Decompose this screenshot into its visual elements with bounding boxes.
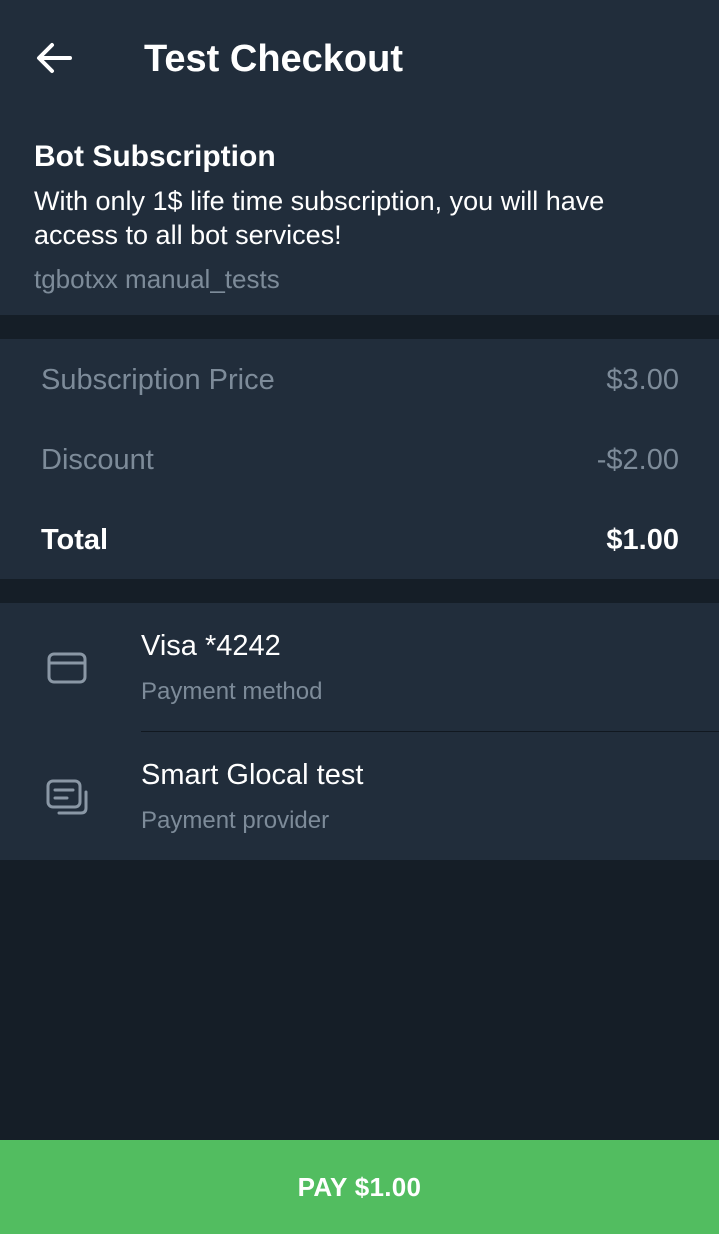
payment-provider-subtitle: Payment provider — [141, 807, 330, 834]
product-name: Bot Subscription — [34, 140, 276, 173]
price-label: Subscription Price — [41, 363, 275, 396]
pay-button[interactable]: PAY $1.00 — [0, 1140, 719, 1234]
price-value: $1.00 — [606, 523, 679, 556]
page-title: Test Checkout — [144, 38, 404, 80]
price-row-subscription: Subscription Price $3.00 — [41, 360, 679, 400]
price-row-total: Total $1.00 — [41, 520, 679, 560]
payment-method-subtitle: Payment method — [141, 678, 323, 705]
price-breakdown: Subscription Price $3.00 Discount -$2.00… — [0, 339, 719, 579]
checkout-screen: Test Checkout Bot Subscription With only… — [0, 0, 719, 1234]
payment-options: Visa *4242 Payment method Smart Glocal t… — [0, 603, 719, 860]
product-info: Bot Subscription With only 1$ life time … — [0, 116, 719, 315]
price-row-discount: Discount -$2.00 — [41, 440, 679, 480]
payment-provider-row[interactable]: Smart Glocal test Payment provider — [0, 732, 719, 860]
back-button[interactable] — [22, 30, 86, 90]
price-value: $3.00 — [606, 363, 679, 396]
price-label: Total — [41, 523, 109, 556]
bot-name: tgbotxx manual_tests — [34, 264, 280, 294]
payment-provider-title: Smart Glocal test — [141, 759, 364, 791]
price-value: -$2.00 — [596, 443, 679, 476]
payment-method-title: Visa *4242 — [141, 630, 281, 662]
credit-card-icon — [44, 645, 90, 691]
product-description: With only 1$ life time subscription, you… — [34, 186, 605, 250]
app-bar: Test Checkout — [0, 0, 719, 116]
price-label: Discount — [41, 443, 154, 476]
payment-method-row[interactable]: Visa *4242 Payment method — [0, 603, 719, 732]
arrow-left-icon — [36, 42, 72, 79]
provider-list-icon — [44, 774, 90, 820]
